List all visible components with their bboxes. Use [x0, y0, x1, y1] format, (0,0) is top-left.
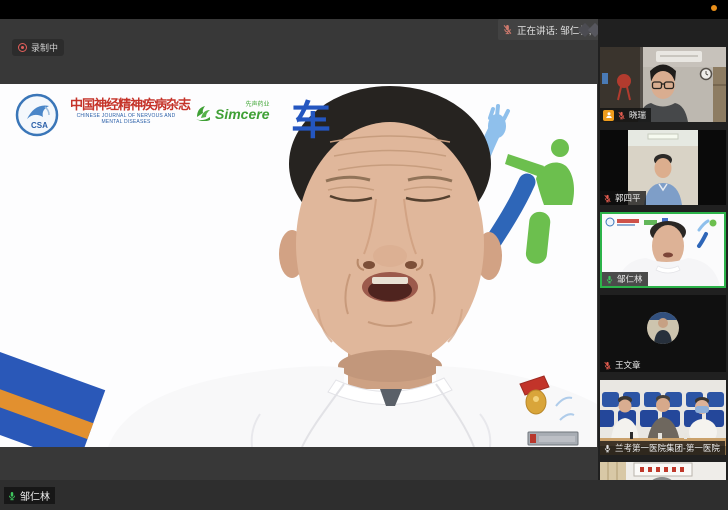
participant-tile-lankao-hospital[interactable]: 兰考第一医院集团-第一医院 — [600, 380, 726, 455]
host-badge-icon — [603, 110, 614, 121]
window-bottom-strip — [0, 480, 728, 510]
mic-on-icon — [605, 275, 614, 284]
meeting-window: CSA 中国神经精神疾病杂志 CHINESE JOURNAL OF NERVOU… — [0, 0, 728, 510]
now-speaking-indicator: 正在讲话: 邹仁林; — [498, 19, 604, 40]
csa-society-logo: CSA — [14, 92, 60, 138]
recording-label: 录制中 — [31, 41, 58, 54]
simcere-logo: 先声药业 Simcere — [194, 102, 269, 121]
mic-muted-icon — [603, 194, 612, 203]
mic-on-icon — [7, 491, 17, 501]
mic-muted-icon — [617, 111, 626, 120]
participant-name: 王文章 — [615, 359, 641, 371]
simcere-hand-icon — [194, 103, 212, 121]
mic-on-icon — [603, 444, 612, 453]
main-speaker-name-label: 邹仁林 — [4, 487, 55, 504]
participant-name: 兰考第一医院集团-第一医院 — [615, 442, 720, 454]
participant-name: 晓瑞 — [629, 109, 646, 121]
notification-dot — [711, 5, 717, 11]
csa-logo-text: CSA — [31, 121, 48, 130]
participant-tile-guosiping[interactable]: 郭四平 — [600, 130, 726, 205]
participant-tile-xiaorui[interactable]: 晓瑞 — [600, 47, 726, 122]
participant-tile-wangwenzhang[interactable]: 王文章 — [600, 295, 726, 372]
mic-muted-icon — [502, 24, 513, 35]
recording-indicator: 录制中 — [12, 39, 64, 56]
journal-title-cn: 中国神经精神疾病杂志 — [70, 94, 182, 113]
participant-name: 邹仁林 — [617, 273, 643, 285]
now-speaking-text: 正在讲话: 邹仁林; — [517, 23, 591, 37]
name-plate — [528, 432, 578, 445]
participant-name: 郭四平 — [615, 192, 641, 204]
main-speaker-video[interactable]: CSA 中国神经精神疾病杂志 CHINESE JOURNAL OF NERVOU… — [0, 84, 597, 447]
participant-tile-zourenlin-active[interactable]: 邹仁林 — [600, 212, 726, 288]
journal-logo: 中国神经精神疾病杂志 CHINESE JOURNAL OF NERVOUS AN… — [70, 94, 182, 125]
banner-calligraphy-char: 车 — [291, 88, 331, 146]
record-icon — [18, 43, 27, 52]
simcere-text-en: Simcere — [215, 108, 269, 121]
mic-muted-icon — [603, 361, 612, 370]
journal-title-en-line2: MENTAL DISEASES — [70, 119, 182, 125]
main-speaker-name: 邹仁林 — [20, 488, 50, 503]
window-title-bar — [0, 0, 728, 19]
